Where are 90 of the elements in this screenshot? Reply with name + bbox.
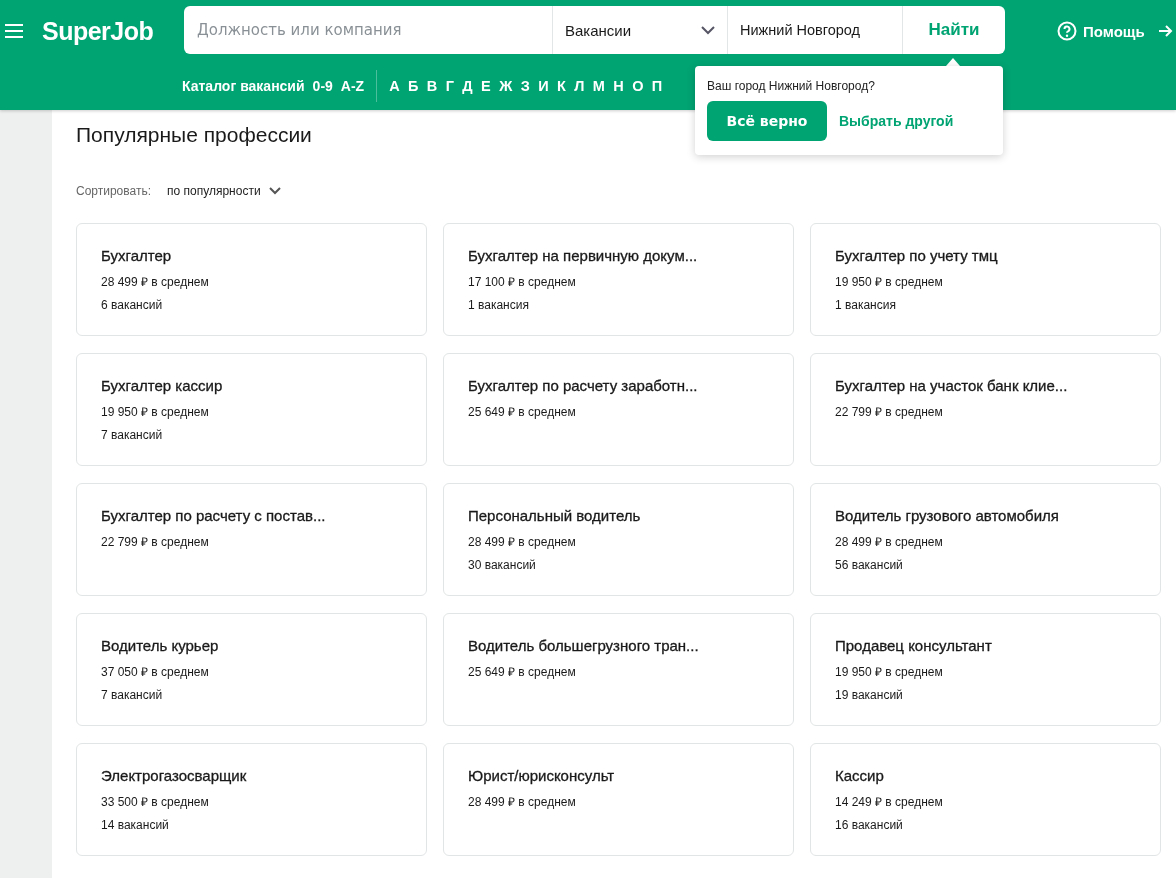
range-link[interactable]: 0-9 bbox=[312, 78, 333, 94]
profession-card[interactable]: Бухгалтер кассир 19 950 ₽ в среднем 7 вакансий bbox=[76, 353, 427, 466]
profession-card[interactable]: Бухгалтер на участок банк клие... 22 799 ₽ в среднем bbox=[810, 353, 1161, 466]
profession-card[interactable]: Бухгалтер по расчету заработн... 25 649 ₽ в среднем bbox=[443, 353, 794, 466]
help-link[interactable]: Помощь bbox=[1057, 21, 1145, 41]
vacancy-count: 1 вакансия bbox=[835, 298, 897, 312]
letter-link[interactable]: Е bbox=[481, 78, 491, 94]
confirm-button[interactable]: Всё верно bbox=[707, 101, 827, 141]
profession-card[interactable]: Водитель курьер 37 050 ₽ в среднем 7 вакансий bbox=[76, 613, 427, 726]
vacancy-count: 56 вакансий bbox=[835, 558, 904, 572]
vacancy-count: 14 вакансий bbox=[101, 818, 170, 832]
profession-name: Юрист/юрисконсульт bbox=[468, 767, 616, 784]
vacancy-count: 16 вакансий bbox=[835, 818, 904, 832]
letter-link[interactable]: П bbox=[651, 78, 663, 94]
profession-card[interactable]: Кассир 14 249 ₽ в среднем 16 вакансий bbox=[810, 743, 1161, 856]
profession-card[interactable]: Бухгалтер по расчету с постав... 22 799 ₽ в среднем bbox=[76, 483, 427, 596]
profession-name: Бухгалтер на участок банк клие... bbox=[835, 377, 1069, 394]
letter-link[interactable]: Д bbox=[462, 78, 473, 94]
letter-link[interactable]: А bbox=[389, 78, 400, 94]
profession-name: Бухгалтер по расчету заработн... bbox=[468, 377, 699, 394]
average-salary: 25 649 ₽ в среднем bbox=[468, 404, 577, 420]
chevron-down-icon[interactable] bbox=[268, 187, 281, 195]
average-salary: 19 950 ₽ в среднем bbox=[101, 404, 210, 420]
profession-card[interactable]: Водитель большегрузного тран... 25 649 ₽ в среднем bbox=[443, 613, 794, 726]
letter-link[interactable]: З bbox=[520, 78, 530, 94]
sort-label: Сортировать: bbox=[76, 184, 152, 198]
vacancy-count: 7 вакансий bbox=[101, 428, 164, 442]
letter-link[interactable]: Б bbox=[408, 78, 419, 94]
vacancy-count: 30 вакансий bbox=[468, 558, 537, 572]
profession-card[interactable]: Водитель грузового автомобиля 28 499 ₽ в среднем 56 вакансий bbox=[810, 483, 1161, 596]
chevron-down-icon bbox=[701, 25, 715, 35]
profession-card[interactable]: Юрист/юрисконсульт 28 499 ₽ в среднем bbox=[443, 743, 794, 856]
vacancy-count: 19 вакансий bbox=[835, 688, 904, 702]
profession-name: Бухгалтер по расчету с постав... bbox=[101, 507, 327, 524]
logo[interactable]: SuperJob bbox=[42, 16, 163, 46]
profession-card[interactable]: Бухгалтер на первичную докум... 17 100 ₽ в среднем 1 вакансия bbox=[443, 223, 794, 336]
letter-link[interactable]: О bbox=[632, 78, 644, 94]
profession-card[interactable]: Бухгалтер по учету тмц 19 950 ₽ в среднем 1 вакансия bbox=[810, 223, 1161, 336]
average-salary: 37 050 ₽ в среднем bbox=[101, 664, 210, 680]
menu-icon[interactable] bbox=[5, 24, 23, 38]
search-button[interactable]: Найти bbox=[902, 6, 1005, 54]
search-field[interactable]: Должность или компания bbox=[184, 6, 552, 54]
average-salary: 28 499 ₽ в среднем bbox=[101, 274, 210, 290]
letter-link[interactable]: И bbox=[538, 78, 549, 94]
letter-link[interactable]: Ж bbox=[499, 78, 513, 94]
profession-card[interactable]: Продавец консультант 19 950 ₽ в среднем 19 вакансий bbox=[810, 613, 1161, 726]
profession-name: Персональный водитель bbox=[468, 507, 642, 524]
average-salary: 33 500 ₽ в среднем bbox=[101, 794, 210, 810]
letter-link[interactable]: М bbox=[592, 78, 605, 94]
help-icon bbox=[1057, 21, 1077, 41]
profession-name: Бухгалтер по учету тмц bbox=[835, 247, 999, 264]
profession-name: Продавец консультант bbox=[835, 637, 993, 654]
profession-name: Бухгалтер bbox=[101, 247, 173, 264]
city-field[interactable]: Нижний Новгород bbox=[727, 6, 902, 54]
profession-card[interactable]: Бухгалтер 28 499 ₽ в среднем 6 вакансий bbox=[76, 223, 427, 336]
letter-link[interactable]: Н bbox=[613, 78, 624, 94]
catalog-link[interactable]: Каталог вакансий bbox=[182, 78, 305, 94]
letter-link[interactable]: Г bbox=[445, 78, 454, 94]
average-salary: 19 950 ₽ в среднем bbox=[835, 664, 944, 680]
profession-name: Водитель грузового автомобиля bbox=[835, 507, 1060, 524]
profession-card[interactable]: Персональный водитель 28 499 ₽ в среднем 30 вакансий bbox=[443, 483, 794, 596]
profession-name: Водитель курьер bbox=[101, 637, 220, 654]
average-salary: 25 649 ₽ в среднем bbox=[468, 664, 577, 680]
average-salary: 22 799 ₽ в среднем bbox=[835, 404, 944, 420]
letter-link[interactable]: В bbox=[426, 78, 438, 94]
sort-dropdown[interactable]: по популярности bbox=[167, 184, 261, 198]
profession-name: Бухгалтер на первичную докум... bbox=[468, 247, 699, 264]
letter-link[interactable]: К bbox=[556, 78, 566, 94]
average-salary: 28 499 ₽ в среднем bbox=[468, 534, 577, 550]
vacancy-count: 7 вакансий bbox=[101, 688, 164, 702]
average-salary: 28 499 ₽ в среднем bbox=[468, 794, 577, 810]
city-question: Ваш город Нижний Новгород? bbox=[707, 79, 876, 93]
profession-card[interactable]: Электрогазосварщик 33 500 ₽ в среднем 14 вакансий bbox=[76, 743, 427, 856]
letter-link[interactable]: Л bbox=[574, 78, 585, 94]
page-title: Популярные профессии bbox=[76, 122, 312, 148]
average-salary: 19 950 ₽ в среднем bbox=[835, 274, 944, 290]
profession-name: Электрогазосварщик bbox=[101, 767, 248, 784]
profession-name: Кассир bbox=[835, 767, 885, 784]
category-dropdown[interactable]: Вакансии bbox=[552, 6, 727, 54]
vacancy-count: 1 вакансия bbox=[468, 298, 530, 312]
average-salary: 17 100 ₽ в среднем bbox=[468, 274, 577, 290]
vacancy-count: 6 вакансий bbox=[101, 298, 164, 312]
average-salary: 22 799 ₽ в среднем bbox=[101, 534, 210, 550]
average-salary: 28 499 ₽ в среднем bbox=[835, 534, 944, 550]
average-salary: 14 249 ₽ в среднем bbox=[835, 794, 944, 810]
choose-other-link[interactable]: Выбрать другой bbox=[839, 113, 954, 129]
profession-name: Водитель большегрузного тран... bbox=[468, 637, 700, 654]
range-link[interactable]: A-Z bbox=[340, 78, 365, 94]
profession-name: Бухгалтер кассир bbox=[101, 377, 224, 394]
search-bar[interactable]: Должность или компания Вакансии Нижний Новгород Найти bbox=[184, 6, 1005, 54]
